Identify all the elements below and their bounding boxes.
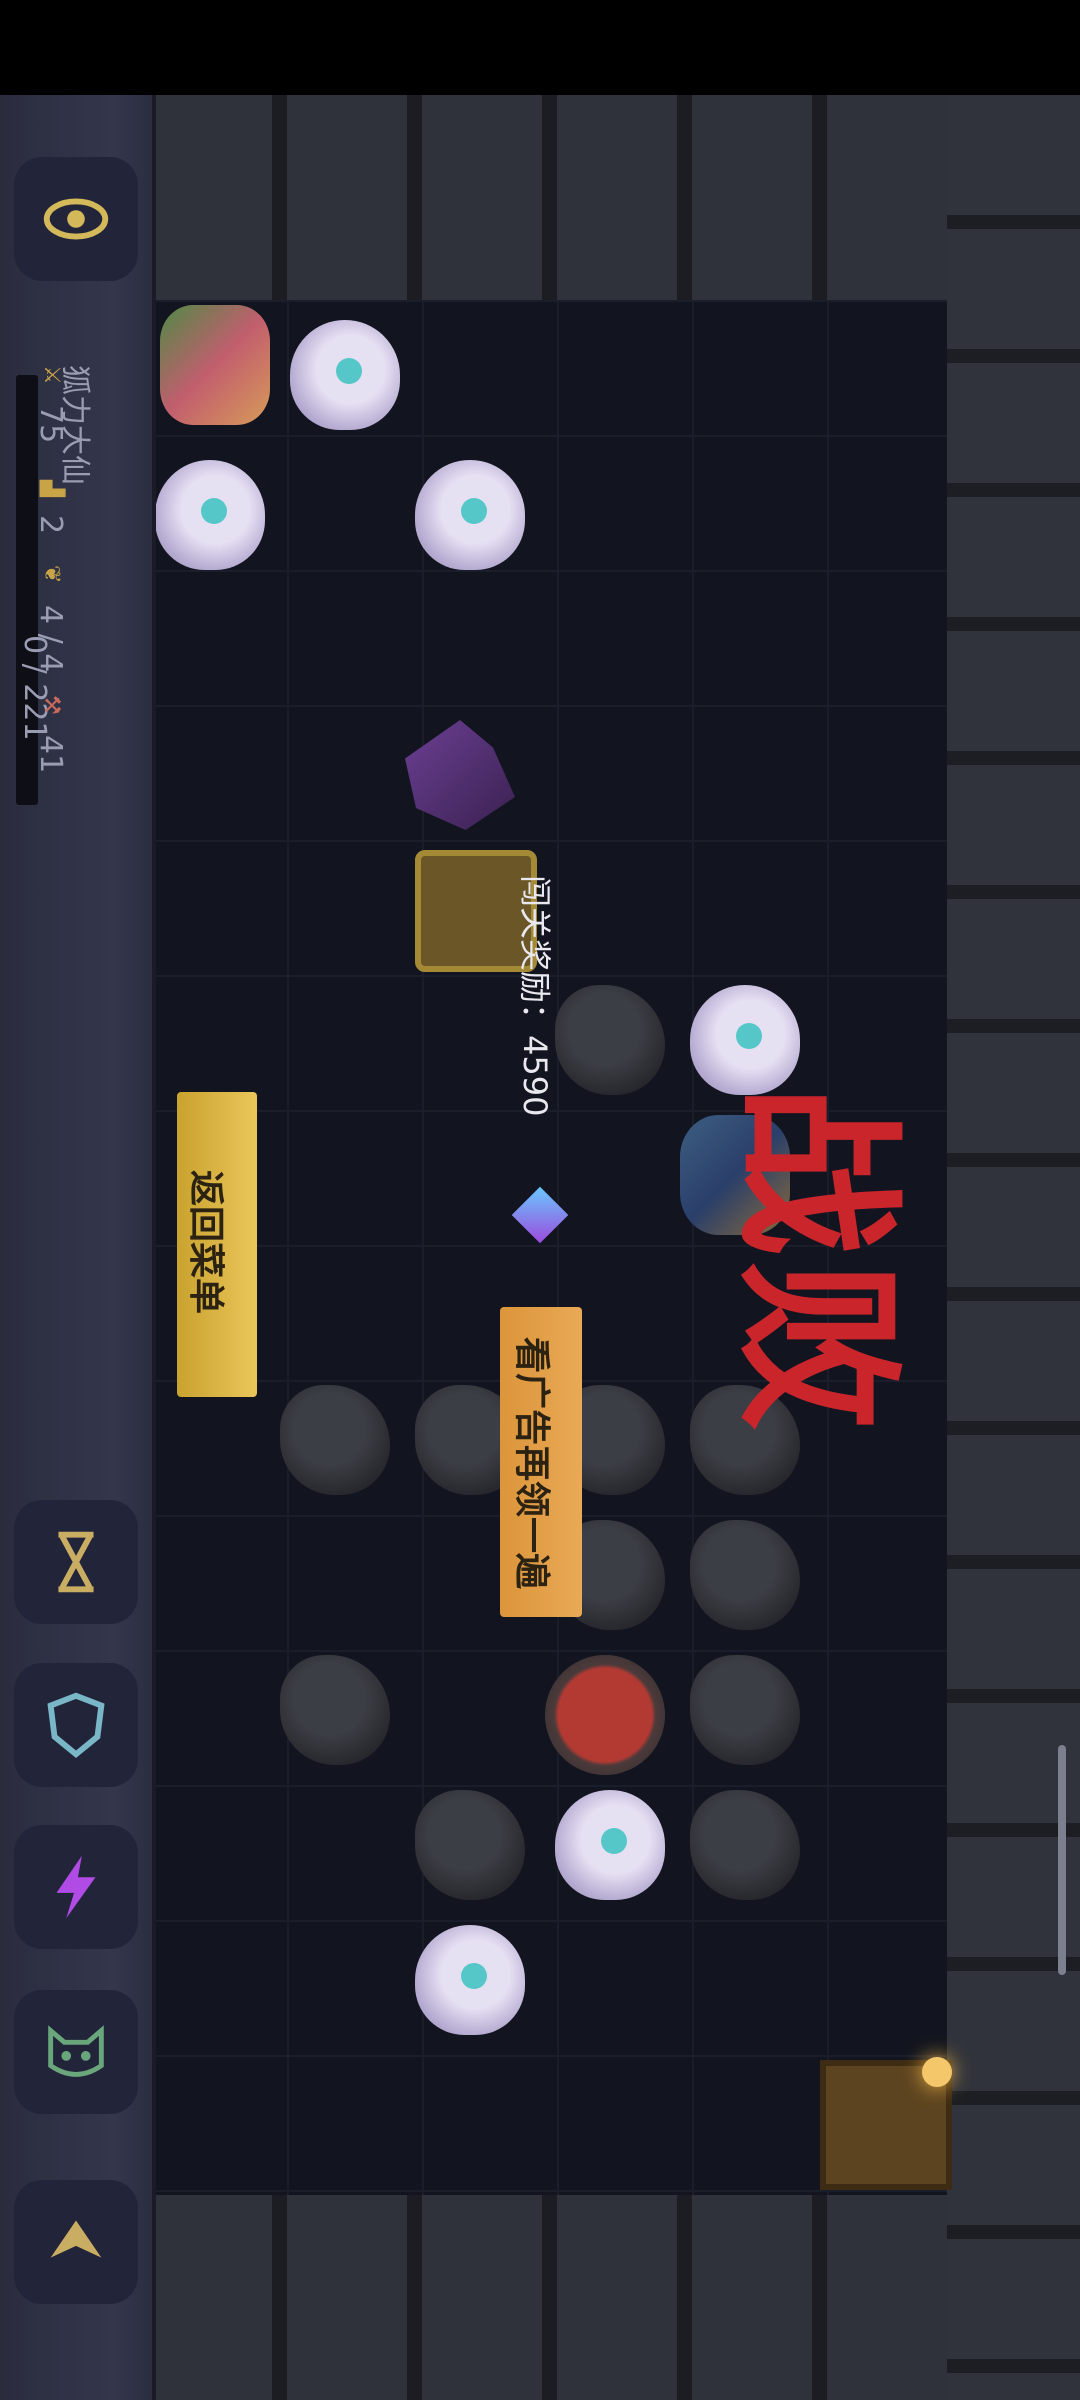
- watch-ad-button[interactable]: 看广告再领一遍: [500, 1307, 582, 1617]
- energy-value: 4 / 4: [33, 605, 68, 673]
- ghost-monster: [415, 1925, 525, 2035]
- torch-light: [922, 2057, 952, 2087]
- shield-icon[interactable]: [14, 1663, 138, 1787]
- cat-icon[interactable]: [14, 1990, 138, 2114]
- hud-panel: 0 / 221 狐力大仙 ⚔ 75 ▟ 2 ❦ 4 / 4 ⚒ 41: [0, 95, 156, 2400]
- return-menu-button[interactable]: 返回菜单: [177, 1092, 257, 1397]
- sword-icon: ⚔: [39, 365, 64, 385]
- defeat-title: 战败: [717, 1085, 915, 1438]
- watch-ad-label: 看广告再领一遍: [512, 1337, 553, 1590]
- wall-bottom: [152, 2195, 947, 2400]
- attack-value: 75: [33, 405, 68, 444]
- ghost-monster: [415, 460, 525, 570]
- ghost-monster: [155, 460, 265, 570]
- lightning-icon[interactable]: [14, 1825, 138, 1949]
- reward-label: 闯关奖励：: [516, 875, 554, 1036]
- defense-value: 2: [33, 515, 68, 535]
- reward-text: 闯关奖励：4590: [514, 875, 560, 1116]
- return-menu-label: 返回菜单: [186, 1170, 227, 1315]
- ghost-monster: [290, 320, 400, 430]
- wall-right: [947, 95, 1080, 2400]
- hero-party: [160, 305, 270, 425]
- wall-top: [152, 95, 947, 300]
- ghost-monster: [555, 1790, 665, 1900]
- eye-icon[interactable]: [14, 157, 138, 281]
- boot-icon: ▟: [39, 480, 64, 497]
- hourglass-icon[interactable]: [14, 1500, 138, 1624]
- resource-value: 41: [33, 735, 68, 774]
- red-monster: [545, 1655, 665, 1775]
- ghost-monster: [690, 985, 800, 1095]
- wing-icon: ❦: [39, 565, 64, 584]
- reward-amount: 4590: [516, 1035, 554, 1117]
- hero-stats: 狐力大仙 ⚔ 75 ▟ 2 ❦ 4 / 4 ⚒ 41: [33, 365, 100, 885]
- scrollbar[interactable]: [1058, 1745, 1066, 1975]
- status-bar: [0, 0, 1080, 95]
- game-screen: 战败 闯关奖励：4590 看广告再领一遍 返回菜单 0 / 221 狐力大仙 ⚔…: [0, 95, 1080, 2400]
- hammer-icon: ⚒: [39, 695, 64, 715]
- arrow-up-icon[interactable]: [14, 2180, 138, 2304]
